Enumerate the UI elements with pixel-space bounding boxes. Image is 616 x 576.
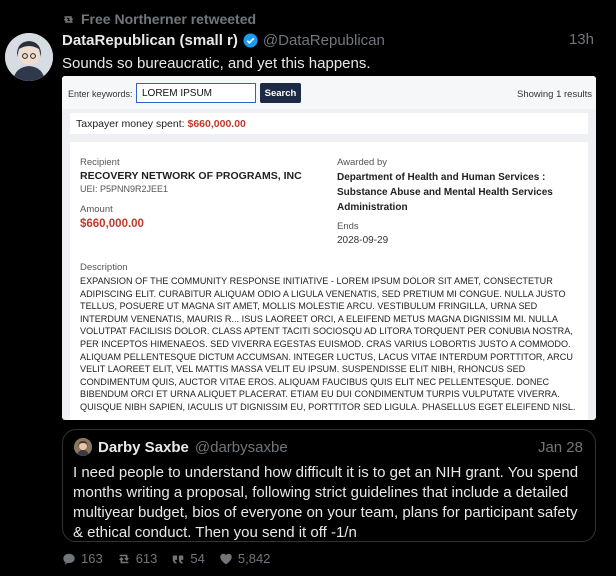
spent-label: Taxpayer money spent:: [76, 118, 185, 130]
spent-amount: $660,000.00: [187, 118, 246, 130]
reply-icon: [63, 553, 75, 565]
retweet-count: 613: [135, 551, 158, 566]
description-label: Description: [80, 262, 128, 273]
description-text: Expansion of the community response init…: [80, 276, 576, 412]
heart-icon: [220, 553, 232, 564]
keywords-label: Enter keywords:: [68, 89, 133, 99]
display-name[interactable]: DataRepublican (small r): [62, 32, 238, 49]
retweet-label: Free Northerner retweeted: [81, 11, 257, 27]
ends-label: Ends: [337, 221, 359, 232]
reply-button[interactable]: 163: [62, 551, 103, 566]
retweet-indicator: Free Northerner retweeted: [62, 11, 256, 27]
award-card: Recipient RECOVERY NETWORK OF PROGRAMS, …: [70, 142, 588, 420]
awarded-by-label: Awarded by: [337, 157, 387, 168]
action-bar: 163 613 54 5,842: [62, 551, 284, 566]
spent-summary: Taxpayer money spent: $660,000.00: [70, 113, 588, 134]
recipient-label: Recipient: [80, 157, 120, 168]
results-count: Showing 1 results: [517, 89, 592, 100]
quote-button[interactable]: 54: [171, 551, 205, 566]
recipient-name: RECOVERY NETWORK OF PROGRAMS, INC: [80, 170, 302, 182]
amount-value: $660,000.00: [80, 218, 144, 230]
reply-count: 163: [81, 551, 103, 566]
quoted-header: Darby Saxbe @darbysaxbe Jan 28: [98, 439, 583, 456]
tweet-text: Sounds so bureaucratic, and yet this hap…: [62, 55, 371, 72]
amount-label: Amount: [80, 204, 113, 215]
quoted-avatar[interactable]: [74, 438, 92, 456]
verified-badge-icon: [243, 32, 258, 48]
like-count: 5,842: [237, 551, 271, 566]
avatar[interactable]: [5, 33, 53, 81]
ends-date: 2028-09-29: [337, 235, 389, 246]
retweet-icon: [63, 15, 74, 23]
tweet-time[interactable]: 13h: [569, 31, 594, 48]
search-button[interactable]: Search: [260, 83, 301, 103]
quoted-tweet[interactable]: Darby Saxbe @darbysaxbe Jan 28 I need pe…: [62, 429, 596, 542]
awarding-agency: Department of Health and Human Services …: [337, 172, 553, 213]
like-button[interactable]: 5,842: [219, 551, 271, 566]
quoted-time[interactable]: Jan 28: [538, 439, 583, 456]
user-handle[interactable]: @DataRepublican: [263, 32, 385, 49]
quoted-handle[interactable]: @darbysaxbe: [195, 439, 288, 456]
quote-icon: [173, 555, 184, 564]
attached-screenshot[interactable]: Enter keywords: Search Showing 1 results…: [62, 76, 596, 420]
tweet-header: DataRepublican (small r) @DataRepublican…: [62, 31, 594, 49]
recipient-uei: UEI: P5PNN9R2JEE1: [80, 184, 169, 194]
quoted-text: I need people to understand how difficul…: [73, 464, 579, 541]
keywords-input[interactable]: [136, 83, 256, 103]
search-toolbar: Enter keywords: Search Showing 1 results: [62, 76, 596, 109]
quoted-display-name[interactable]: Darby Saxbe: [98, 439, 189, 456]
retweet-icon: [118, 554, 129, 563]
quote-count: 54: [190, 551, 205, 566]
retweet-button[interactable]: 613: [117, 551, 158, 566]
